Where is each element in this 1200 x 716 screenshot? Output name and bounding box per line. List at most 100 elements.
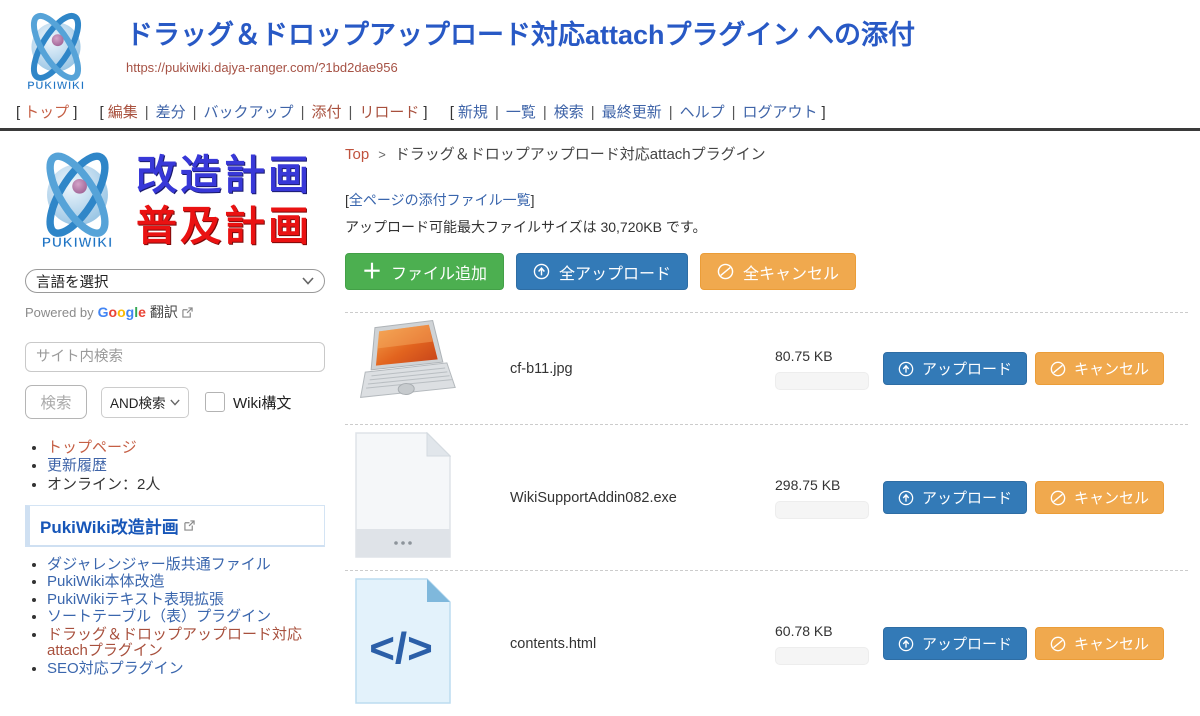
file-row: </> contents.html 60.78 KB アップロード キャンセル	[345, 570, 1188, 716]
nav-item-backup[interactable]: バックアップ	[204, 104, 294, 121]
file-thumbnail-cell	[345, 320, 510, 417]
upload-file-button[interactable]: アップロード	[883, 627, 1027, 660]
list-item: トップページ	[47, 439, 345, 456]
bracket: ]	[423, 104, 427, 121]
google-logo: Google	[98, 304, 146, 320]
search-button[interactable]: 検索	[25, 385, 87, 419]
translate-label: 翻訳	[150, 302, 178, 322]
nav-item-logout[interactable]: ログアウト	[743, 104, 818, 121]
search-mode-select[interactable]: AND検索	[101, 387, 189, 418]
google-letter: G	[98, 304, 109, 320]
upload-file-button[interactable]: アップロード	[883, 352, 1027, 385]
header-text-block: ドラッグ＆ドロップアップロード対応attachプラグイン への添付 https:…	[126, 8, 915, 77]
nav-separator: |	[495, 104, 499, 121]
google-letter: o	[117, 304, 126, 320]
nav-item-help[interactable]: ヘルプ	[680, 104, 725, 121]
sidebar-item-online-count: オンライン：2人	[47, 476, 345, 493]
file-size: 80.75 KB	[775, 348, 883, 364]
pukiwiki-logo-text: PUKIWIKI	[27, 80, 85, 92]
plus-icon: ＋	[362, 262, 382, 282]
sidebar-item-common-files[interactable]: ダジャレンジャー版共通ファイル	[47, 556, 271, 573]
file-name: cf-b11.jpg	[510, 361, 775, 377]
sidebar-item-top-page[interactable]: トップページ	[47, 439, 137, 456]
external-link-icon	[182, 307, 193, 318]
nav-separator: |	[543, 104, 547, 121]
top-navigation: [トップ] [編集|差分|バックアップ|添付|リロード] [新規|一覧|検索|最…	[0, 98, 1200, 127]
nav-separator: |	[348, 104, 352, 121]
page-url-link[interactable]: https://pukiwiki.dajya-ranger.com/?1bd2d…	[126, 60, 398, 75]
nav-item-recent[interactable]: 最終更新	[602, 104, 662, 121]
wiki-syntax-checkbox[interactable]	[205, 392, 225, 412]
google-translate-attribution: Powered by Google 翻訳	[25, 302, 345, 322]
file-meta-cell: 80.75 KB	[775, 348, 883, 390]
bracket: ]	[822, 104, 826, 121]
cancel-file-button[interactable]: キャンセル	[1035, 627, 1164, 660]
nav-item-list[interactable]: 一覧	[506, 104, 536, 121]
nav-item-edit[interactable]: 編集	[108, 104, 138, 121]
nav-separator: |	[193, 104, 197, 121]
bracket: [	[16, 104, 20, 121]
language-select-value: 言語を選択	[36, 271, 109, 292]
cancel-file-label: キャンセル	[1074, 633, 1149, 654]
sidebar-plugin-links: ダジャレンジャー版共通ファイル PukiWiki本体改造 PukiWikiテキス…	[25, 557, 325, 678]
nav-group-top: [トップ]	[12, 104, 81, 121]
file-actions: アップロード キャンセル	[883, 627, 1164, 660]
nav-item-attach[interactable]: 添付	[311, 104, 341, 121]
all-pages-attachments-link[interactable]: 全ページの添付ファイル一覧	[349, 192, 531, 208]
page-title: ドラッグ＆ドロップアップロード対応attachプラグイン への添付	[126, 20, 915, 51]
pukiwiki-logo: PUKIWIKI	[10, 8, 102, 96]
sidebar-item-sort-table[interactable]: ソートテーブル（表）プラグイン	[47, 608, 271, 625]
nav-item-diff[interactable]: 差分	[156, 104, 186, 121]
file-size: 298.75 KB	[775, 477, 883, 493]
add-file-button[interactable]: ＋ ファイル追加	[345, 253, 504, 290]
svg-text:</>: </>	[369, 624, 433, 673]
breadcrumb-separator: >	[378, 147, 386, 162]
breadcrumb-home-link[interactable]: Top	[345, 146, 369, 163]
sidebar-item-seo-plugin[interactable]: SEO対応プラグイン	[47, 660, 184, 677]
sidebar-item-text-extension[interactable]: PukiWikiテキスト表現拡張	[47, 591, 224, 608]
slogan-block: 改造計画 普及計画	[136, 150, 312, 253]
google-letter: g	[126, 304, 135, 320]
site-search-input[interactable]	[25, 342, 325, 372]
upload-file-button[interactable]: アップロード	[883, 481, 1027, 514]
sidebar-item-dragdrop-attach[interactable]: ドラッグ＆ドロップアップロード対応attachプラグイン	[47, 626, 302, 660]
nav-item-search[interactable]: 検索	[554, 104, 584, 121]
sidebar-item-core-mods[interactable]: PukiWiki本体改造	[47, 573, 165, 590]
list-item: ドラッグ＆ドロップアップロード対応attachプラグイン	[47, 627, 325, 660]
file-size: 60.78 KB	[775, 623, 883, 639]
generic-file-icon	[355, 432, 451, 558]
search-controls-row: 検索 AND検索 Wiki構文	[25, 385, 345, 419]
nav-separator: |	[732, 104, 736, 121]
list-item: PukiWiki本体改造	[47, 574, 325, 591]
nav-group-page-actions: [編集|差分|バックアップ|添付|リロード]	[96, 104, 432, 121]
cancel-file-label: キャンセル	[1074, 358, 1149, 379]
ban-icon	[1050, 361, 1066, 377]
file-name: WikiSupportAddin082.exe	[510, 490, 775, 506]
powered-by-text: Powered by	[25, 305, 94, 320]
sidebar-heading-pukiwiki-kaizo[interactable]: PukiWiki改造計画	[25, 505, 325, 547]
nav-item-top[interactable]: トップ	[24, 104, 69, 121]
upload-all-label: 全アップロード	[559, 260, 671, 284]
sidebar-heading-label: PukiWiki改造計画	[40, 513, 179, 538]
cancel-file-button[interactable]: キャンセル	[1035, 352, 1164, 385]
ban-icon	[1050, 636, 1066, 652]
ban-icon	[1050, 490, 1066, 506]
sidebar-item-update-history[interactable]: 更新履歴	[47, 457, 107, 474]
laptop-photo-thumbnail	[355, 320, 457, 412]
upload-all-button[interactable]: 全アップロード	[516, 253, 688, 290]
upload-icon	[898, 490, 914, 506]
nav-separator: |	[669, 104, 673, 121]
file-name: contents.html	[510, 636, 775, 652]
nav-item-reload[interactable]: リロード	[359, 104, 419, 121]
language-select[interactable]: 言語を選択	[25, 269, 325, 293]
add-file-label: ファイル追加	[391, 260, 487, 284]
pukiwiki-sidebar-logo: PUKIWIKI	[25, 145, 130, 257]
bracket: [	[100, 104, 104, 121]
nav-item-new[interactable]: 新規	[458, 104, 488, 121]
upload-progress-bar	[775, 647, 869, 665]
cancel-all-button[interactable]: 全キャンセル	[700, 253, 856, 290]
upload-file-label: アップロード	[922, 633, 1012, 654]
sidebar-logo-block: PUKIWIKI 改造計画 普及計画	[25, 145, 345, 257]
sidebar: PUKIWIKI 改造計画 普及計画 言語を選択 Powered by Goog…	[0, 131, 345, 716]
cancel-file-button[interactable]: キャンセル	[1035, 481, 1164, 514]
